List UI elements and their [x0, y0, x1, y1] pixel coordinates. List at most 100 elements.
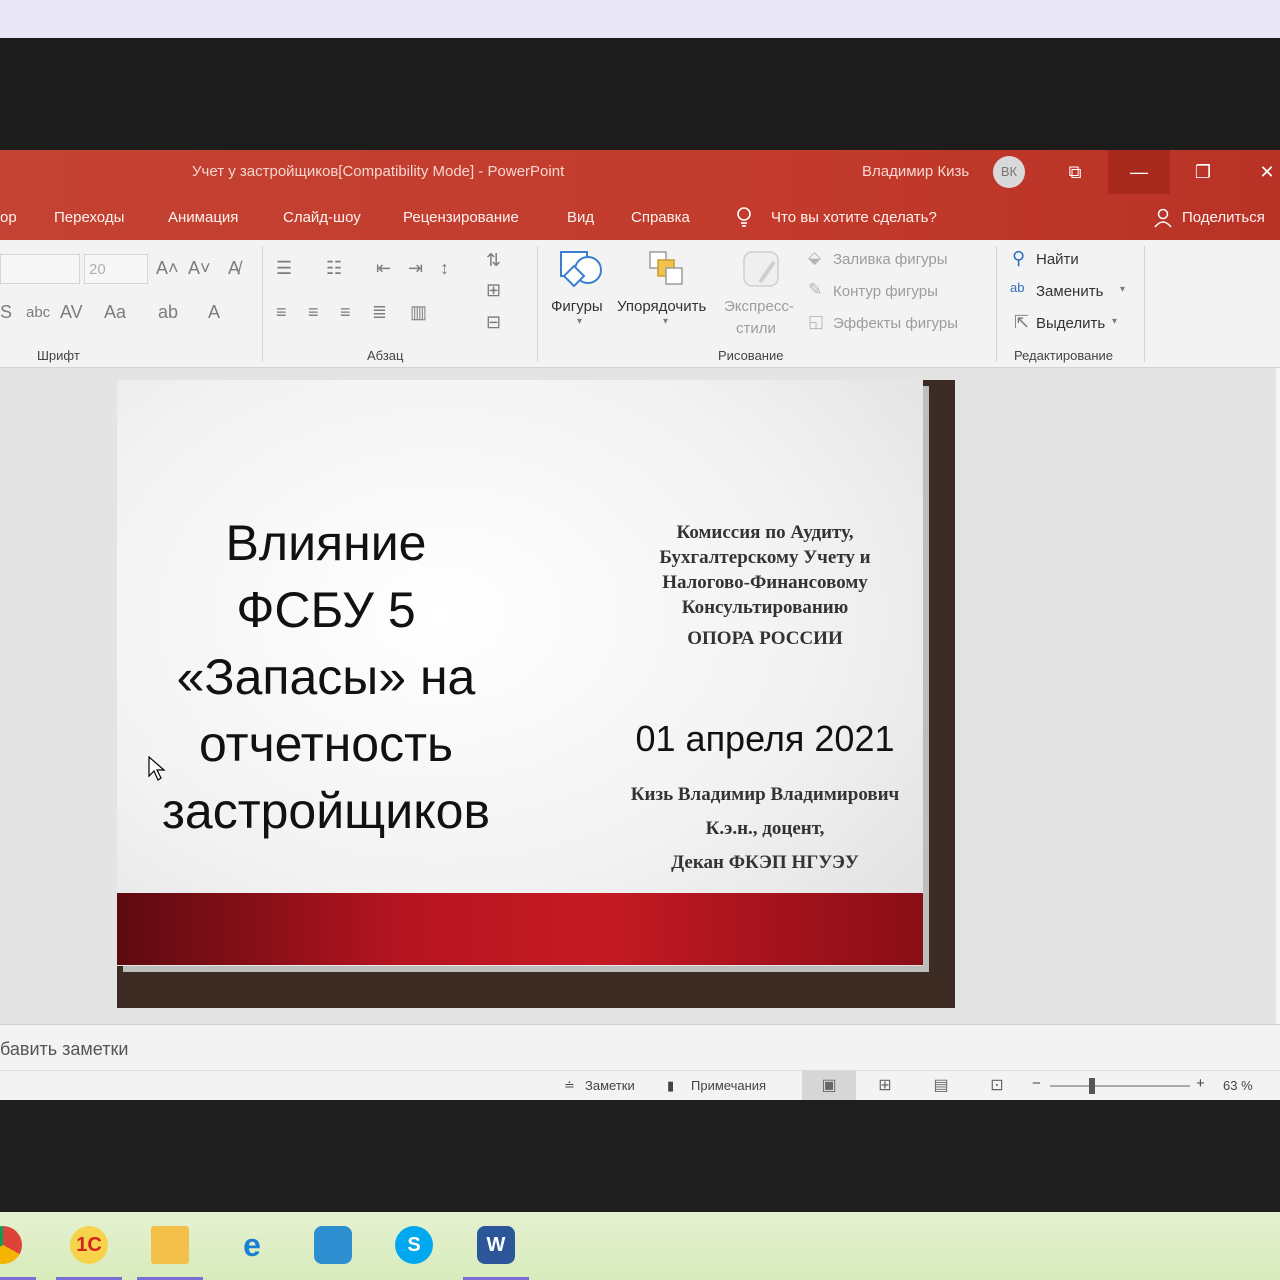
normal-view-icon[interactable]: ▣ [802, 1071, 856, 1100]
minimize-button[interactable]: — [1108, 150, 1170, 194]
user-name[interactable]: Владимир Кизь [862, 163, 969, 180]
grow-font-icon[interactable]: A˄ [156, 258, 179, 279]
font-color-icon[interactable]: A [208, 302, 220, 323]
quick-styles-button-line2[interactable]: стили [736, 320, 776, 337]
vertical-scrollbar[interactable] [1276, 368, 1280, 1024]
taskbar-word[interactable]: W [463, 1220, 529, 1280]
author-line: Декан ФКЭП НГУЭУ [671, 852, 859, 873]
close-button[interactable]: ✕ [1236, 150, 1280, 194]
share-button[interactable]: Поделиться [1182, 209, 1265, 226]
clear-formatting-icon[interactable]: A̸ [228, 258, 240, 279]
chevron-down-icon[interactable]: ▾ [1112, 316, 1117, 327]
shapes-icon[interactable] [558, 248, 604, 290]
title-line: ФСБУ 5 [236, 582, 416, 638]
increase-indent-icon[interactable]: ⇥ [408, 258, 423, 279]
tab-animations[interactable]: Анимация [168, 209, 238, 226]
slide-red-band [117, 893, 923, 965]
notes-toggle-icon: ≐ [564, 1078, 575, 1093]
select-button[interactable]: Выделить [1036, 315, 1105, 332]
zoom-in-icon[interactable]: + [1196, 1075, 1205, 1092]
chevron-down-icon[interactable]: ▾ [663, 316, 668, 327]
notes-pane[interactable]: бавить заметки [0, 1024, 1280, 1070]
shape-effects-button[interactable]: Эффекты фигуры [833, 315, 958, 332]
title-bar: Учет у застройщиков[Compatibility Mode] … [0, 150, 1280, 194]
find-button[interactable]: Найти [1036, 251, 1079, 268]
taskbar-chrome[interactable] [0, 1220, 36, 1280]
numbering-icon[interactable]: ☷ [326, 258, 342, 279]
align-left-icon[interactable]: ≡ [276, 302, 287, 323]
group-label-drawing: Рисование [718, 348, 784, 363]
taskbar-skype[interactable]: S [381, 1220, 447, 1280]
pencil-icon: ✎ [808, 280, 823, 299]
shapes-button[interactable]: Фигуры [551, 298, 603, 315]
group-label-paragraph: Абзац [367, 348, 404, 363]
replace-button[interactable]: Заменить [1036, 283, 1103, 300]
tab-design[interactable]: ор [0, 209, 17, 226]
tab-slideshow[interactable]: Слайд-шоу [283, 209, 361, 226]
arrange-icon[interactable] [646, 248, 688, 290]
slideshow-view-icon[interactable]: ⊡ [970, 1071, 1024, 1100]
chevron-down-icon[interactable]: ▾ [577, 316, 582, 327]
title-line: «Запасы» на [176, 649, 476, 705]
slide-canvas[interactable]: Влияние ФСБУ 5 «Запасы» на отчетность за… [117, 380, 955, 1008]
strikethrough-icon[interactable]: abc [26, 304, 50, 321]
ribbon-display-options-icon[interactable]: ⧉ [1044, 150, 1106, 194]
author-block[interactable]: Кизь Владимир Владимирович К.э.н., доцен… [587, 778, 943, 880]
arrange-button[interactable]: Упорядочить [617, 298, 706, 315]
author-line: Кизь Владимир Владимирович [630, 784, 900, 805]
window-title: Учет у застройщиков[Compatibility Mode] … [192, 163, 565, 180]
taskbar-remote-desktop[interactable] [300, 1220, 366, 1280]
person-icon[interactable] [1154, 208, 1172, 228]
slide-sorter-view-icon[interactable]: ⊞ [858, 1071, 912, 1100]
line-spacing-icon[interactable]: ↕ [440, 258, 449, 279]
comments-toggle-button[interactable]: Примечания [691, 1078, 766, 1093]
taskbar-ie[interactable]: e [219, 1220, 285, 1280]
tab-review[interactable]: Рецензирование [403, 209, 519, 226]
slide-title[interactable]: Влияние ФСБУ 5 «Запасы» на отчетность за… [117, 510, 535, 845]
zoom-slider[interactable] [1050, 1085, 1190, 1087]
tab-transitions[interactable]: Переходы [54, 209, 124, 226]
taskbar-1c[interactable]: 1С [56, 1220, 122, 1280]
shadow-icon[interactable]: S [0, 302, 12, 323]
title-line: отчетность [198, 716, 454, 772]
text-direction-icon[interactable]: ⇅ [486, 250, 501, 271]
align-center-icon[interactable]: ≡ [308, 302, 319, 323]
shape-fill-button[interactable]: Заливка фигуры [833, 251, 948, 268]
reading-view-icon[interactable]: ▤ [914, 1071, 968, 1100]
ribbon: 20 A˄ A˅ A̸ S abc AV Aa ab A Шрифт ☰ ☷ ⇤… [0, 240, 1280, 368]
avatar[interactable]: ВК [993, 156, 1025, 188]
chevron-down-icon[interactable]: ▾ [1120, 284, 1125, 295]
shrink-font-icon[interactable]: A˅ [188, 258, 211, 279]
desktop-top-band [0, 0, 1280, 38]
shape-outline-button[interactable]: Контур фигуры [833, 283, 938, 300]
lightbulb-icon[interactable] [734, 206, 754, 228]
taskbar-explorer[interactable] [137, 1220, 203, 1280]
zoom-slider-thumb[interactable] [1089, 1078, 1095, 1094]
quick-styles-button[interactable]: Экспресс- [724, 298, 794, 315]
quick-styles-icon[interactable] [740, 248, 784, 292]
powerpoint-window: Учет у застройщиков[Compatibility Mode] … [0, 150, 1280, 1100]
notes-placeholder[interactable]: бавить заметки [0, 1039, 128, 1060]
tab-help[interactable]: Справка [631, 209, 690, 226]
notes-toggle-button[interactable]: Заметки [585, 1078, 635, 1093]
decrease-indent-icon[interactable]: ⇤ [376, 258, 391, 279]
columns-icon[interactable]: ▥ [410, 302, 427, 323]
change-case-icon[interactable]: Aa [104, 302, 126, 323]
font-size-box[interactable]: 20 [84, 254, 148, 284]
justify-icon[interactable]: ≣ [372, 302, 387, 323]
organization-block[interactable]: Комиссия по Аудиту, Бухгалтерскому Учету… [617, 520, 913, 620]
slide-date[interactable]: 01 апреля 2021 [617, 718, 913, 760]
bullets-icon[interactable]: ☰ [276, 258, 292, 279]
font-name-box[interactable] [0, 254, 80, 284]
restore-button[interactable]: ❐ [1172, 150, 1234, 194]
organization-name[interactable]: ОПОРА РОССИИ [617, 628, 913, 650]
smartart-icon[interactable]: ⊟ [486, 312, 501, 333]
character-spacing-icon[interactable]: AV [60, 302, 83, 323]
tell-me-search[interactable]: Что вы хотите сделать? [771, 209, 937, 226]
align-text-icon[interactable]: ⊞ [486, 280, 501, 301]
zoom-level[interactable]: 63 % [1223, 1078, 1253, 1093]
highlight-icon[interactable]: ab [158, 302, 178, 323]
zoom-out-icon[interactable]: − [1032, 1075, 1041, 1092]
tab-view[interactable]: Вид [567, 209, 594, 226]
align-right-icon[interactable]: ≡ [340, 302, 351, 323]
